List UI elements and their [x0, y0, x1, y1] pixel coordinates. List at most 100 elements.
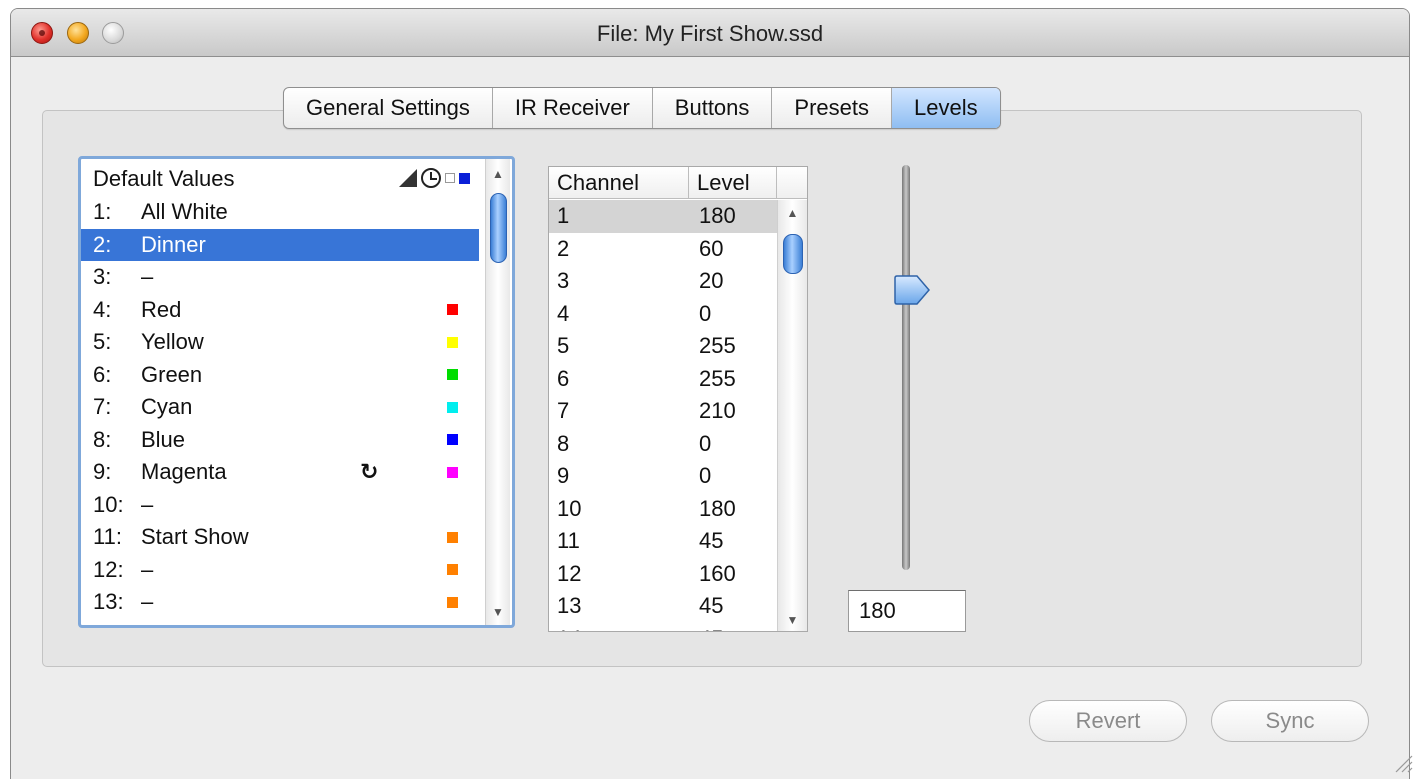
table-row[interactable]: 10 180: [549, 493, 777, 526]
table-row[interactable]: 13 45: [549, 590, 777, 623]
list-item[interactable]: 9: Magenta ↻: [81, 456, 479, 489]
table-header: Channel Level: [549, 167, 807, 199]
list-item[interactable]: 11: Start Show: [81, 521, 479, 554]
color-swatch-icon: [447, 564, 458, 576]
blue-square-icon: [459, 172, 470, 184]
preset-number: 2:: [93, 231, 112, 257]
preset-number: 4:: [93, 296, 112, 322]
preset-number: 12:: [93, 556, 124, 582]
channel-cell: 10: [557, 495, 582, 521]
scroll-down-icon[interactable]: ▼: [486, 605, 510, 619]
list-item[interactable]: 2: Dinner: [81, 228, 479, 261]
table-row[interactable]: 1 180: [549, 200, 777, 233]
scroll-down-icon[interactable]: ▼: [778, 613, 807, 627]
color-swatch-icon: [447, 466, 458, 478]
level-cell: 255: [699, 333, 736, 359]
list-item[interactable]: 6: Green: [81, 359, 479, 392]
level-cell: 45: [689, 626, 777, 631]
list-item[interactable]: 7: Cyan: [81, 391, 479, 424]
table-row[interactable]: 12 160: [549, 558, 777, 591]
table-row[interactable]: 2 60: [549, 233, 777, 266]
table-scroll-thumb[interactable]: [783, 234, 803, 274]
table-scrollbar[interactable]: ▲ ▼: [777, 200, 807, 631]
preset-name: Green: [141, 361, 203, 387]
preset-number: 5:: [93, 329, 112, 355]
channel-cell: 2: [557, 235, 570, 261]
level-cell: 160: [699, 560, 736, 586]
preset-number: 1:: [93, 199, 112, 225]
column-header-level[interactable]: Level: [689, 167, 777, 198]
sync-button[interactable]: Sync: [1211, 700, 1369, 742]
color-swatch-icon: [447, 434, 458, 446]
list-item[interactable]: 13: –: [81, 586, 479, 619]
channel-cell: 13: [557, 593, 582, 619]
table-row[interactable]: 40: [549, 298, 777, 331]
tab-presets[interactable]: Presets: [772, 88, 892, 128]
column-header-channel[interactable]: Channel: [549, 167, 689, 198]
channel-cell: 7: [557, 398, 570, 424]
table-row[interactable]: 6 255: [549, 363, 777, 396]
tab-ir-receiver[interactable]: IR Receiver: [493, 88, 653, 128]
preset-list-header: Default Values: [85, 164, 480, 194]
revert-button[interactable]: Revert: [1029, 700, 1187, 742]
preset-name: Magenta: [141, 459, 227, 485]
window-title: File: My First Show.ssd: [596, 21, 824, 46]
table-row[interactable]: 3 20: [549, 265, 777, 298]
tab-levels[interactable]: Levels: [892, 88, 1000, 128]
level-cell: 20: [699, 268, 724, 294]
table-row[interactable]: 11 45: [549, 525, 777, 558]
color-swatch-icon: [447, 401, 458, 413]
channel-cell: 4: [557, 300, 570, 326]
white-square-icon: [445, 173, 455, 183]
table-body: 1 180 2 60 3 20 4 0 5 255 6 255 7 210 8 0 9 0 10 180 11 45 12 1…: [549, 200, 777, 631]
level-slider-track[interactable]: [902, 165, 910, 570]
level-slider-thumb[interactable]: [893, 275, 931, 306]
table-row[interactable]: 90: [549, 460, 777, 493]
tab-general-settings[interactable]: General Settings: [284, 88, 493, 128]
preset-number: 14:: [93, 622, 124, 625]
tab-buttons[interactable]: Buttons: [653, 88, 773, 128]
preset-number: 6:: [93, 361, 112, 387]
preset-name: Start Show: [141, 524, 249, 550]
list-item[interactable]: 4: Red: [81, 294, 479, 327]
level-cell: 210: [699, 398, 736, 424]
table-row[interactable]: 5 255: [549, 330, 777, 363]
header-icons: [399, 168, 470, 188]
channel-cell: 9: [557, 463, 570, 489]
channel-level-table[interactable]: Channel Level 1 180 2 60 3 20 4 0 5 255 6 255 7 210 8 0…: [548, 166, 808, 632]
level-cell: 0: [699, 430, 712, 456]
scroll-up-icon[interactable]: ▲: [778, 206, 807, 220]
preset-list-scrollbar[interactable]: ▲ ▼: [485, 159, 510, 625]
preset-number: 7:: [93, 394, 112, 420]
list-item[interactable]: 14:: [81, 619, 479, 625]
scroll-up-icon[interactable]: ▲: [486, 167, 510, 181]
table-row[interactable]: 1445: [549, 623, 777, 631]
preset-list-header-label: Default Values: [93, 166, 235, 191]
list-item[interactable]: 8: Blue: [81, 424, 479, 457]
channel-cell: 11: [557, 528, 580, 554]
preset-name: All White: [141, 199, 228, 225]
level-cell: 45: [699, 593, 724, 619]
preset-name: Blue: [141, 426, 186, 452]
table-row[interactable]: 7 210: [549, 395, 777, 428]
preset-list[interactable]: Default Values 1: All White 2: Dinner 3: – 4: R…: [78, 156, 515, 628]
table-row[interactable]: 80: [549, 428, 777, 461]
preset-name: Yellow: [141, 329, 204, 355]
ramp-icon: [399, 169, 417, 187]
color-swatch-icon: [447, 369, 458, 381]
list-item[interactable]: 12: –: [81, 554, 479, 587]
level-value-field[interactable]: [848, 590, 966, 632]
list-item[interactable]: 5: Yellow: [81, 326, 479, 359]
list-item[interactable]: 10: –: [81, 489, 479, 522]
channel-cell: 12: [557, 560, 582, 586]
clock-icon: [421, 168, 441, 188]
preset-list-scroll-thumb[interactable]: [490, 193, 507, 263]
preset-list-items: 1: All White 2: Dinner 3: – 4: Red 5: Yellow 6: Gre…: [81, 196, 479, 625]
resize-grip-icon[interactable]: [1391, 751, 1413, 773]
list-item[interactable]: 3: –: [81, 261, 479, 294]
preset-number: 3:: [93, 264, 112, 290]
title-bar[interactable]: File: My First Show.ssd: [11, 9, 1409, 57]
column-header-corner: [777, 167, 807, 198]
preset-number: 9:: [93, 459, 112, 485]
list-item[interactable]: 1: All White: [81, 196, 479, 229]
